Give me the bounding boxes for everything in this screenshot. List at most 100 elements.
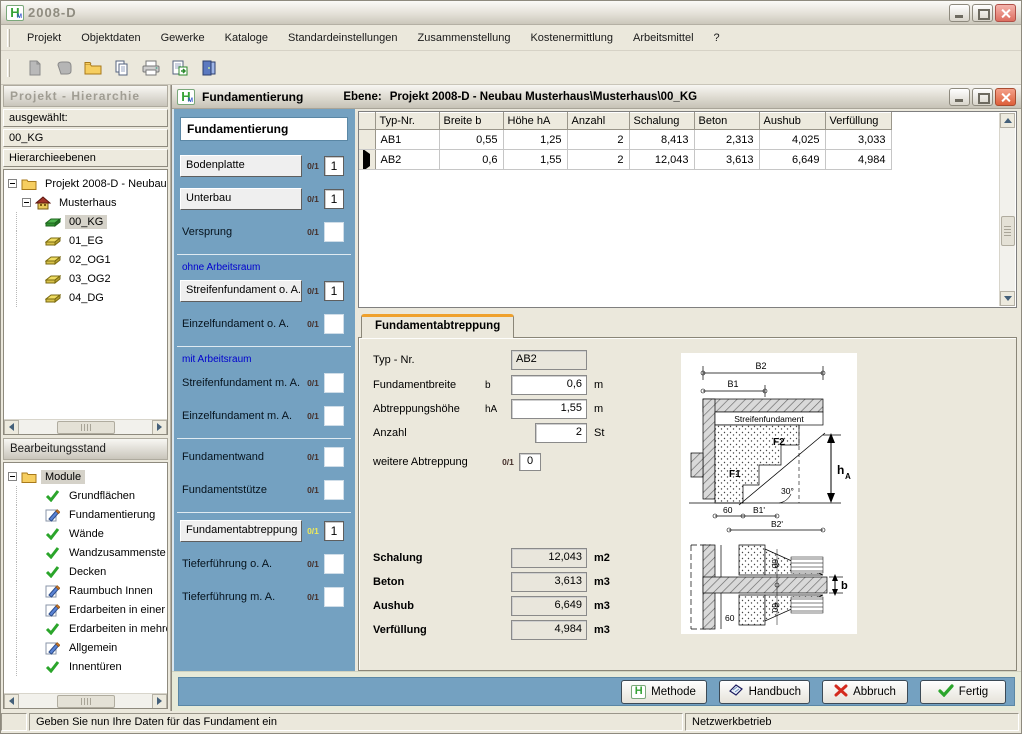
- count-input[interactable]: 1: [324, 281, 344, 301]
- row-selector-active[interactable]: [359, 150, 375, 170]
- abbruch-button[interactable]: Abbruch: [822, 680, 908, 704]
- fundamentbreite-input[interactable]: 0,6: [511, 375, 587, 395]
- einzelfundament-ma-label[interactable]: Einzelfundament m. A.: [180, 407, 302, 425]
- einzelfundament-oa-label[interactable]: Einzelfundament o. A.: [180, 315, 302, 333]
- col-typ-nr[interactable]: Typ-Nr.: [375, 113, 439, 130]
- col-schalung[interactable]: Schalung: [629, 113, 694, 130]
- menu-standardeinstellungen[interactable]: Standardeinstellungen: [278, 29, 407, 47]
- grid-vscrollbar[interactable]: [999, 113, 1015, 306]
- module-status-item[interactable]: Grundflächen: [16, 486, 167, 505]
- count-input[interactable]: [324, 480, 344, 500]
- count-input[interactable]: [324, 554, 344, 574]
- scroll-thumb[interactable]: [57, 695, 115, 708]
- weitere-abtreppung-input[interactable]: 0: [519, 453, 541, 471]
- menu-zusammenstellung[interactable]: Zusammenstellung: [408, 29, 521, 47]
- module-status-item[interactable]: Allgemein: [16, 638, 167, 657]
- handbuch-button[interactable]: Handbuch: [719, 680, 810, 704]
- tree-item-module-root[interactable]: Module: [8, 467, 167, 486]
- count-input[interactable]: [324, 406, 344, 426]
- tree-item-floor[interactable]: 01_EG: [16, 231, 167, 250]
- count-input[interactable]: [324, 447, 344, 467]
- module-status-item[interactable]: Wandzusammenste: [16, 543, 167, 562]
- col-breite-b[interactable]: Breite b: [439, 113, 503, 130]
- restore-button[interactable]: [972, 4, 993, 22]
- scroll-thumb[interactable]: [57, 421, 115, 434]
- count-input[interactable]: 1: [324, 156, 344, 176]
- module-status-item[interactable]: Erdarbeiten in mehre: [16, 619, 167, 638]
- versprung-label[interactable]: Versprung: [180, 223, 302, 241]
- tree-item-floor[interactable]: 00_KG: [16, 212, 167, 231]
- table-row-selected[interactable]: AB2 0,6 1,55 2 12,043 3,613 6,649 4,984: [359, 150, 891, 170]
- streifenfundament-oa-button[interactable]: Streifenfundament o. A.: [180, 280, 302, 302]
- inner-minimize-button[interactable]: [949, 88, 970, 106]
- module-status-item[interactable]: Fundamentierung: [16, 505, 167, 524]
- scroll-down-icon[interactable]: [1000, 291, 1015, 306]
- module-status-item[interactable]: Wände: [16, 524, 167, 543]
- print-icon[interactable]: [140, 57, 162, 79]
- table-row[interactable]: AB1 0,55 1,25 2 8,413 2,313 4,025 3,033: [359, 130, 891, 150]
- count-input[interactable]: [324, 314, 344, 334]
- hierarchy-hscrollbar[interactable]: [4, 419, 167, 434]
- row-selector[interactable]: [359, 130, 375, 150]
- scroll-thumb[interactable]: [1001, 216, 1015, 246]
- module-status-item[interactable]: Erdarbeiten in einer: [16, 600, 167, 619]
- open-folder-icon[interactable]: [82, 57, 104, 79]
- tab-fundamentabtreppung[interactable]: Fundamentabtreppung: [361, 314, 514, 338]
- minimize-button[interactable]: [949, 4, 970, 22]
- menu-help[interactable]: ?: [704, 29, 730, 47]
- col-aushub[interactable]: Aushub: [759, 113, 825, 130]
- menu-kataloge[interactable]: Kataloge: [215, 29, 278, 47]
- exit-icon[interactable]: [198, 57, 220, 79]
- scroll-left-icon[interactable]: [4, 420, 19, 435]
- count-input[interactable]: 1: [324, 521, 344, 541]
- count-input[interactable]: [324, 373, 344, 393]
- streifenfundament-ma-label[interactable]: Streifenfundament m. A.: [180, 374, 302, 392]
- collapse-icon[interactable]: [8, 179, 17, 188]
- col-hoehe-ha[interactable]: Höhe hA: [503, 113, 567, 130]
- fundamentwand-label[interactable]: Fundamentwand: [180, 448, 302, 466]
- tieferfuehrung-ma-label[interactable]: Tieferführung m. A.: [180, 588, 302, 606]
- module-status-item[interactable]: Innentüren: [16, 657, 167, 676]
- tree-item-floor[interactable]: 03_OG2: [16, 269, 167, 288]
- col-verfuellung[interactable]: Verfüllung: [825, 113, 891, 130]
- count-input[interactable]: [324, 222, 344, 242]
- tieferfuehrung-oa-label[interactable]: Tieferführung o. A.: [180, 555, 302, 573]
- menu-gewerke[interactable]: Gewerke: [151, 29, 215, 47]
- module-status-item[interactable]: Decken: [16, 562, 167, 581]
- menu-arbeitsmittel[interactable]: Arbeitsmittel: [623, 29, 704, 47]
- scroll-up-icon[interactable]: [1000, 113, 1015, 128]
- scroll-right-icon[interactable]: [152, 420, 167, 435]
- inner-close-button[interactable]: [995, 88, 1016, 106]
- tree-item-floor[interactable]: 02_OG1: [16, 250, 167, 269]
- unterbau-button[interactable]: Unterbau: [180, 188, 302, 210]
- new-document-icon[interactable]: [24, 57, 46, 79]
- copy-icon[interactable]: [111, 57, 133, 79]
- collapse-icon[interactable]: [22, 198, 31, 207]
- methode-button[interactable]: H Methode: [621, 680, 707, 704]
- inner-maximize-button[interactable]: [972, 88, 993, 106]
- export-icon[interactable]: [169, 57, 191, 79]
- scroll-right-icon[interactable]: [152, 694, 167, 709]
- bodenplatte-button[interactable]: Bodenplatte: [180, 155, 302, 177]
- col-anzahl[interactable]: Anzahl: [567, 113, 629, 130]
- anzahl-input[interactable]: 2: [535, 423, 587, 443]
- tree-item-floor[interactable]: 04_DG: [16, 288, 167, 307]
- collapse-icon[interactable]: [8, 472, 17, 481]
- tree-item-building[interactable]: Musterhaus: [8, 193, 167, 212]
- fundamentabtreppung-button[interactable]: Fundamentabtreppung: [180, 520, 302, 542]
- fertig-button[interactable]: Fertig: [920, 680, 1006, 704]
- menu-projekt[interactable]: Projekt: [17, 29, 71, 47]
- count-input[interactable]: 1: [324, 189, 344, 209]
- fundamentstuetze-label[interactable]: Fundamentstütze: [180, 481, 302, 499]
- col-beton[interactable]: Beton: [694, 113, 759, 130]
- tree-item-project[interactable]: Projekt 2008-D - Neubau: [8, 174, 167, 193]
- module-status-item[interactable]: Raumbuch Innen: [16, 581, 167, 600]
- count-input[interactable]: [324, 587, 344, 607]
- open-project-icon[interactable]: [53, 57, 75, 79]
- abtreppungshoehe-input[interactable]: 1,55: [511, 399, 587, 419]
- menu-kostenermittlung[interactable]: Kostenermittlung: [520, 29, 623, 47]
- progress-hscrollbar[interactable]: [4, 693, 167, 708]
- menu-objektdaten[interactable]: Objektdaten: [71, 29, 150, 47]
- close-button[interactable]: [995, 4, 1016, 22]
- scroll-left-icon[interactable]: [4, 694, 19, 709]
